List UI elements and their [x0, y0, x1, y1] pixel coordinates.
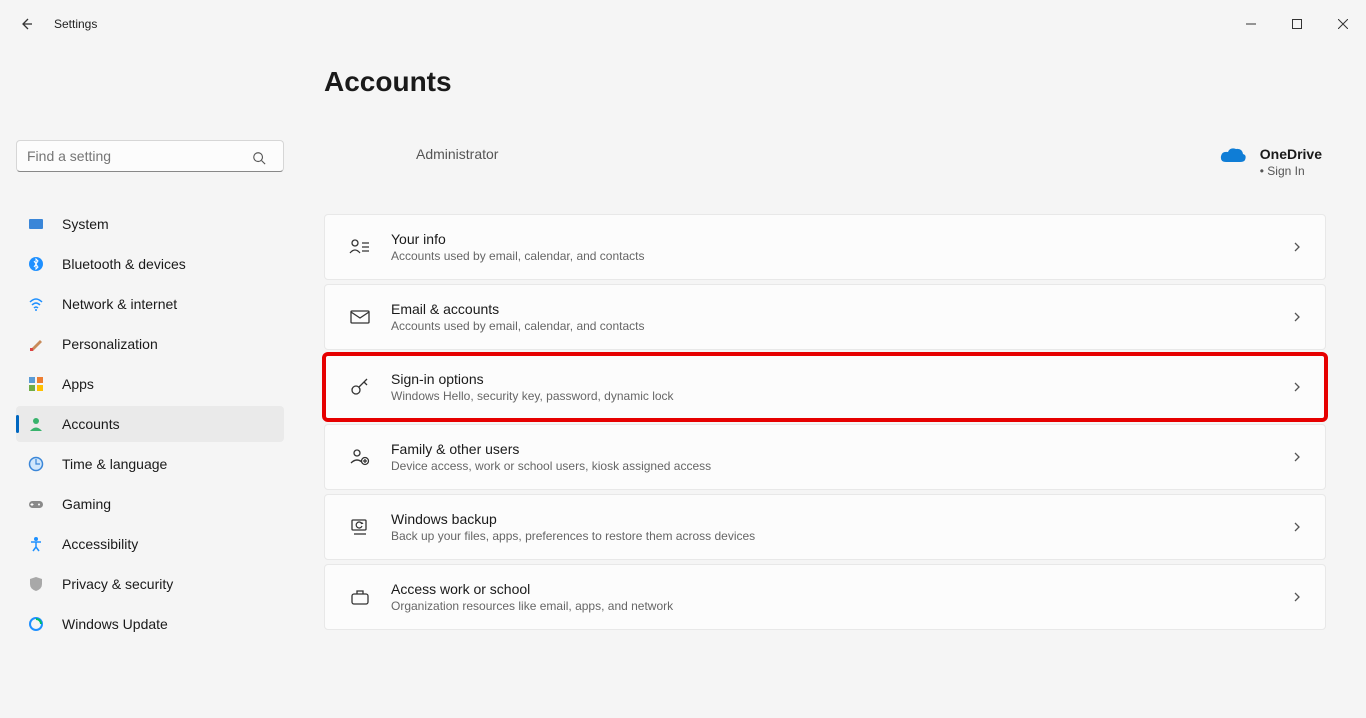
profile-role: Administrator: [416, 146, 498, 162]
search-input[interactable]: [16, 140, 284, 172]
sidebar-item-label: Time & language: [62, 456, 167, 472]
card-sign-in-options[interactable]: Sign-in options Windows Hello, security …: [324, 354, 1326, 420]
profile-left: Administrator: [328, 146, 498, 162]
onedrive-icon: [1220, 146, 1246, 164]
card-title: Your info: [391, 231, 1291, 247]
chevron-right-icon: [1291, 241, 1303, 253]
card-title: Access work or school: [391, 581, 1291, 597]
titlebar: Settings: [0, 0, 1366, 48]
card-subtitle: Accounts used by email, calendar, and co…: [391, 249, 1291, 263]
paintbrush-icon: [28, 336, 44, 352]
backup-icon: [347, 516, 373, 538]
onedrive-status: Sign In: [1260, 164, 1322, 178]
sidebar-item-label: Privacy & security: [62, 576, 173, 592]
onedrive-text: OneDrive Sign In: [1260, 146, 1322, 178]
search-icon: [252, 151, 266, 165]
card-title: Family & other users: [391, 441, 1291, 457]
sidebar-item-accounts[interactable]: Accounts: [16, 406, 284, 442]
chevron-right-icon: [1291, 591, 1303, 603]
card-windows-backup[interactable]: Windows backup Back up your files, apps,…: [324, 494, 1326, 560]
card-access-work-school[interactable]: Access work or school Organization resou…: [324, 564, 1326, 630]
briefcase-icon: [347, 586, 373, 608]
search-wrap: [16, 58, 284, 172]
accessibility-icon: [28, 536, 44, 552]
sidebar-item-time-language[interactable]: Time & language: [16, 446, 284, 482]
onedrive-title: OneDrive: [1260, 146, 1322, 162]
chevron-right-icon: [1291, 451, 1303, 463]
profile-row: Administrator OneDrive Sign In: [324, 146, 1326, 178]
chevron-right-icon: [1291, 521, 1303, 533]
globe-clock-icon: [28, 456, 44, 472]
nav-list: System Bluetooth & devices Network & int…: [16, 206, 284, 646]
mail-icon: [347, 306, 373, 328]
sidebar-item-privacy[interactable]: Privacy & security: [16, 566, 284, 602]
minimize-icon: [1246, 19, 1256, 29]
your-info-icon: [347, 236, 373, 258]
chevron-right-icon: [1291, 311, 1303, 323]
main-content: Accounts Administrator OneDrive Sign In: [300, 48, 1366, 718]
card-your-info[interactable]: Your info Accounts used by email, calend…: [324, 214, 1326, 280]
close-icon: [1338, 19, 1348, 29]
display-icon: [28, 216, 44, 232]
wifi-icon: [28, 296, 44, 312]
sidebar-item-windows-update[interactable]: Windows Update: [16, 606, 284, 642]
sidebar-item-personalization[interactable]: Personalization: [16, 326, 284, 362]
card-subtitle: Windows Hello, security key, password, d…: [391, 389, 1291, 403]
arrow-left-icon: [18, 16, 34, 32]
sidebar-item-label: System: [62, 216, 109, 232]
card-subtitle: Back up your files, apps, preferences to…: [391, 529, 1291, 543]
card-text: Your info Accounts used by email, calend…: [391, 231, 1291, 263]
sidebar-item-label: Apps: [62, 376, 94, 392]
back-button[interactable]: [16, 14, 36, 34]
titlebar-left: Settings: [16, 14, 97, 34]
sidebar-item-label: Bluetooth & devices: [62, 256, 186, 272]
close-button[interactable]: [1320, 8, 1366, 40]
card-text: Sign-in options Windows Hello, security …: [391, 371, 1291, 403]
sidebar-item-accessibility[interactable]: Accessibility: [16, 526, 284, 562]
sidebar-item-gaming[interactable]: Gaming: [16, 486, 284, 522]
sidebar-item-label: Accessibility: [62, 536, 138, 552]
card-text: Family & other users Device access, work…: [391, 441, 1291, 473]
sidebar-item-label: Windows Update: [62, 616, 168, 632]
window-controls: [1228, 8, 1366, 40]
sidebar-item-apps[interactable]: Apps: [16, 366, 284, 402]
chevron-right-icon: [1291, 381, 1303, 393]
gamepad-icon: [28, 496, 44, 512]
card-subtitle: Organization resources like email, apps,…: [391, 599, 1291, 613]
maximize-icon: [1292, 19, 1302, 29]
key-icon: [347, 376, 373, 398]
sidebar-item-network[interactable]: Network & internet: [16, 286, 284, 322]
person-icon: [28, 416, 44, 432]
card-subtitle: Device access, work or school users, kio…: [391, 459, 1291, 473]
card-subtitle: Accounts used by email, calendar, and co…: [391, 319, 1291, 333]
sidebar-item-label: Gaming: [62, 496, 111, 512]
card-text: Email & accounts Accounts used by email,…: [391, 301, 1291, 333]
bluetooth-icon: [28, 256, 44, 272]
sidebar-item-bluetooth[interactable]: Bluetooth & devices: [16, 246, 284, 282]
apps-icon: [28, 376, 44, 392]
card-text: Windows backup Back up your files, apps,…: [391, 511, 1291, 543]
onedrive-block[interactable]: OneDrive Sign In: [1220, 146, 1322, 178]
sidebar-item-label: Accounts: [62, 416, 120, 432]
page-title: Accounts: [324, 66, 1326, 98]
app-title: Settings: [54, 17, 97, 31]
sidebar-item-system[interactable]: System: [16, 206, 284, 242]
card-title: Windows backup: [391, 511, 1291, 527]
sidebar: System Bluetooth & devices Network & int…: [0, 48, 300, 718]
card-title: Email & accounts: [391, 301, 1291, 317]
maximize-button[interactable]: [1274, 8, 1320, 40]
card-text: Access work or school Organization resou…: [391, 581, 1291, 613]
sidebar-item-label: Personalization: [62, 336, 158, 352]
card-list: Your info Accounts used by email, calend…: [324, 214, 1326, 630]
card-title: Sign-in options: [391, 371, 1291, 387]
family-icon: [347, 446, 373, 468]
profile-text: Administrator: [416, 146, 498, 162]
card-email-accounts[interactable]: Email & accounts Accounts used by email,…: [324, 284, 1326, 350]
sidebar-item-label: Network & internet: [62, 296, 177, 312]
minimize-button[interactable]: [1228, 8, 1274, 40]
update-icon: [28, 616, 44, 632]
shield-icon: [28, 576, 44, 592]
card-family-other-users[interactable]: Family & other users Device access, work…: [324, 424, 1326, 490]
